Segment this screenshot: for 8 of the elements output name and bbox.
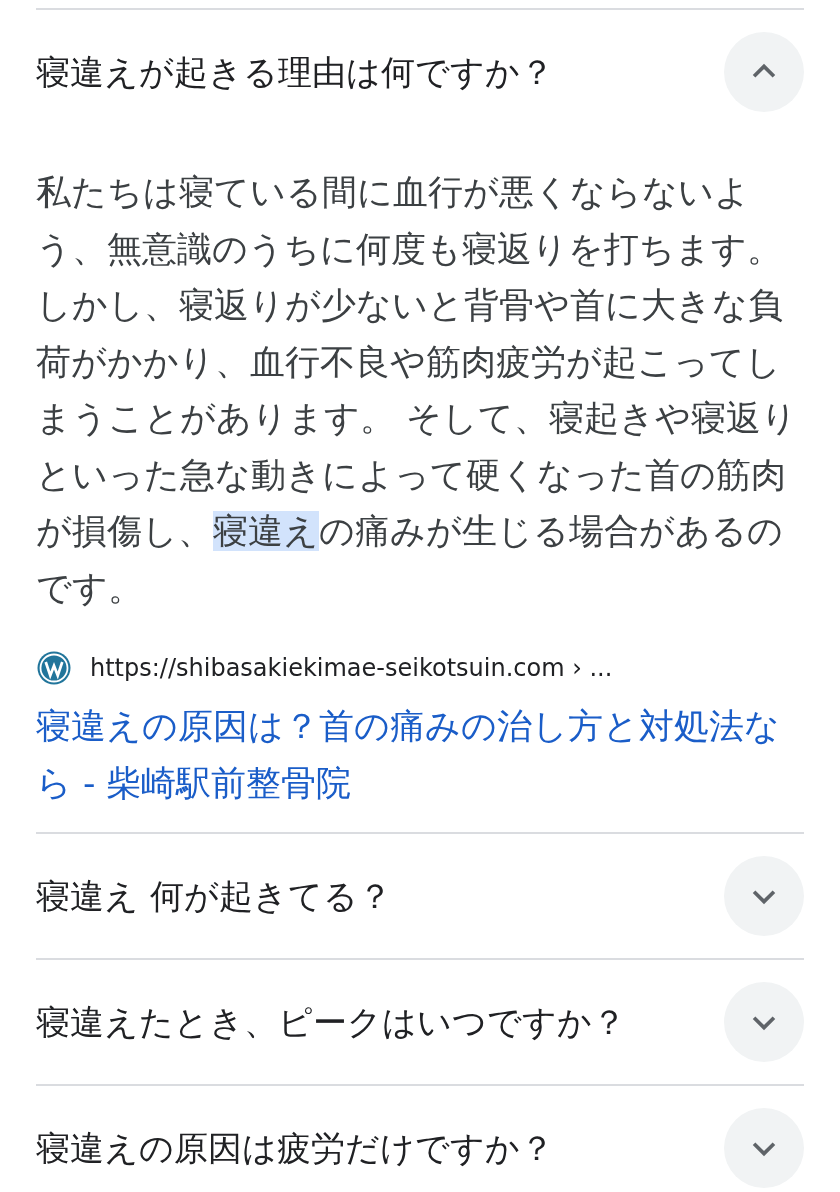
source-url: https://shibasakiekimae-seikotsuin.com › ...: [90, 654, 613, 682]
question-text: 寝違えの原因は疲労だけですか？: [36, 1127, 554, 1170]
question-text: 寝違えが起きる理由は何ですか？: [36, 51, 554, 94]
question-text: 寝違え 何が起きてる？: [36, 875, 392, 918]
site-logo-icon: [36, 650, 72, 686]
result-link[interactable]: 寝違えの原因は？首の痛みの治し方と対処法なら - 柴崎駅前整骨院: [36, 698, 804, 812]
question-text: 寝違えたとき、ピークはいつですか？: [36, 1001, 626, 1044]
answer-paragraph: 私たちは寝ている間に血行が悪くならないよう、無意識のうちに何度も寝返りを打ちます。しかし、寝返りが少ないと背骨や首に大きな負荷がかかり、血行不良や筋肉疲労が起こってしまうことがあります。 そして、寝起きや寝返りといった急な動きによって硬くなった首の筋肉が損傷し、寝違えの痛みが生じる場合があるのです。: [36, 171, 799, 610]
